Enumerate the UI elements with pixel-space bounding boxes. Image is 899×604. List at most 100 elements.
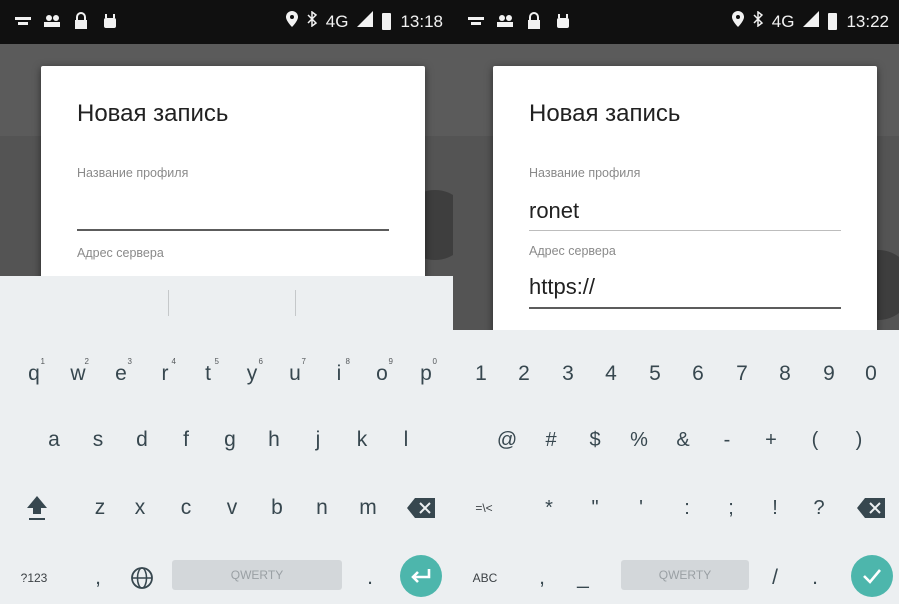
- key-w[interactable]: w2: [60, 346, 96, 402]
- key-h[interactable]: h: [256, 412, 292, 468]
- server-address-underline: [529, 307, 841, 309]
- key-4[interactable]: 4: [593, 346, 629, 402]
- network-label: 4G: [771, 11, 795, 31]
- key-colon[interactable]: :: [667, 480, 707, 536]
- server-address-label: Адрес сервера: [77, 246, 164, 260]
- space-bar[interactable]: QWERTY: [621, 560, 749, 590]
- network-label: 4G: [325, 11, 349, 31]
- signal-icon: [803, 11, 820, 32]
- backspace-key[interactable]: [396, 480, 446, 536]
- key-ampersand[interactable]: &: [665, 412, 701, 468]
- key-y[interactable]: y6: [234, 346, 270, 402]
- server-address-input[interactable]: https://: [529, 274, 595, 300]
- key-m[interactable]: m: [348, 480, 388, 536]
- done-button[interactable]: [851, 555, 893, 597]
- language-key[interactable]: [122, 550, 162, 604]
- left-screen: 4G 13:18 Новая запись Название профиля А…: [0, 0, 453, 604]
- more-symbols-key[interactable]: =\<: [459, 480, 509, 536]
- key-t[interactable]: t5: [190, 346, 226, 402]
- globe-icon: [130, 566, 154, 590]
- bluetooth-icon: [307, 10, 317, 32]
- comma-key[interactable]: ,: [527, 550, 557, 604]
- key-open-paren[interactable]: (: [797, 412, 833, 468]
- underscore-key[interactable]: _: [563, 550, 603, 604]
- backspace-icon: [857, 498, 885, 518]
- key-6[interactable]: 6: [680, 346, 716, 402]
- key-9[interactable]: 9: [811, 346, 847, 402]
- key-close-paren[interactable]: ): [841, 412, 877, 468]
- key-0[interactable]: 0: [853, 346, 889, 402]
- status-time: 13:18: [400, 11, 443, 31]
- server-address-label: Адрес сервера: [529, 244, 616, 258]
- key-a[interactable]: a: [36, 412, 72, 468]
- shift-key[interactable]: [12, 480, 62, 536]
- profile-name-label: Название профиля: [77, 166, 189, 180]
- location-icon: [731, 11, 744, 32]
- key-1[interactable]: 1: [463, 346, 499, 402]
- key-c[interactable]: c: [166, 480, 206, 536]
- dialog-title: Новая запись: [77, 100, 229, 127]
- key-single-quote[interactable]: ': [621, 480, 661, 536]
- key-s[interactable]: s: [80, 412, 116, 468]
- key-z[interactable]: z: [80, 480, 120, 536]
- suggestion-divider: [295, 290, 296, 316]
- key-j[interactable]: j: [300, 412, 336, 468]
- key-at[interactable]: @: [489, 412, 525, 468]
- comma-key[interactable]: ,: [80, 550, 116, 604]
- key-minus[interactable]: -: [709, 412, 745, 468]
- key-v[interactable]: v: [212, 480, 252, 536]
- backspace-icon: [407, 498, 435, 518]
- profile-name-underline: [77, 229, 389, 231]
- profile-name-input[interactable]: ronet: [529, 198, 579, 224]
- key-7[interactable]: 7: [724, 346, 760, 402]
- key-8[interactable]: 8: [767, 346, 803, 402]
- android-icon: [554, 12, 572, 30]
- dialog-title: Новая запись: [529, 100, 681, 127]
- new-entry-dialog: Новая запись Название профиля ronet Адре…: [493, 66, 877, 346]
- android-icon: [101, 12, 119, 30]
- checkmark-icon: [861, 567, 883, 585]
- key-dollar[interactable]: $: [577, 412, 613, 468]
- key-question[interactable]: ?: [799, 480, 839, 536]
- key-n[interactable]: n: [302, 480, 342, 536]
- key-exclamation[interactable]: !: [755, 480, 795, 536]
- key-l[interactable]: l: [388, 412, 424, 468]
- key-f[interactable]: f: [168, 412, 204, 468]
- key-k[interactable]: k: [344, 412, 380, 468]
- key-plus[interactable]: +: [753, 412, 789, 468]
- key-g[interactable]: g: [212, 412, 248, 468]
- space-bar[interactable]: QWERTY: [172, 560, 342, 590]
- users-icon: [496, 12, 514, 30]
- key-b[interactable]: b: [257, 480, 297, 536]
- backspace-key[interactable]: [847, 480, 895, 536]
- abc-mode-key[interactable]: ABC: [465, 550, 505, 604]
- cast-icon: [467, 12, 485, 30]
- key-double-quote[interactable]: ": [575, 480, 615, 536]
- key-d[interactable]: d: [124, 412, 160, 468]
- key-o[interactable]: o9: [364, 346, 400, 402]
- key-e[interactable]: e3: [103, 346, 139, 402]
- key-p[interactable]: p0: [408, 346, 444, 402]
- key-i[interactable]: i8: [321, 346, 357, 402]
- period-key[interactable]: .: [797, 550, 833, 604]
- period-key[interactable]: .: [352, 550, 388, 604]
- location-icon: [285, 11, 298, 32]
- key-q[interactable]: q1: [16, 346, 52, 402]
- key-r[interactable]: r4: [147, 346, 183, 402]
- key-percent[interactable]: %: [621, 412, 657, 468]
- key-asterisk[interactable]: *: [529, 480, 569, 536]
- slash-key[interactable]: /: [757, 550, 793, 604]
- shift-icon: [25, 494, 49, 522]
- key-3[interactable]: 3: [550, 346, 586, 402]
- key-hash[interactable]: #: [533, 412, 569, 468]
- key-5[interactable]: 5: [637, 346, 673, 402]
- key-u[interactable]: u7: [277, 346, 313, 402]
- status-bar: 4G 13:18: [0, 0, 453, 44]
- key-x[interactable]: x: [120, 480, 160, 536]
- key-semicolon[interactable]: ;: [711, 480, 751, 536]
- symbols-mode-key[interactable]: ?123: [14, 550, 54, 604]
- key-2[interactable]: 2: [506, 346, 542, 402]
- enter-button[interactable]: [400, 555, 442, 597]
- lock-icon: [72, 12, 90, 30]
- suggestion-divider: [168, 290, 169, 316]
